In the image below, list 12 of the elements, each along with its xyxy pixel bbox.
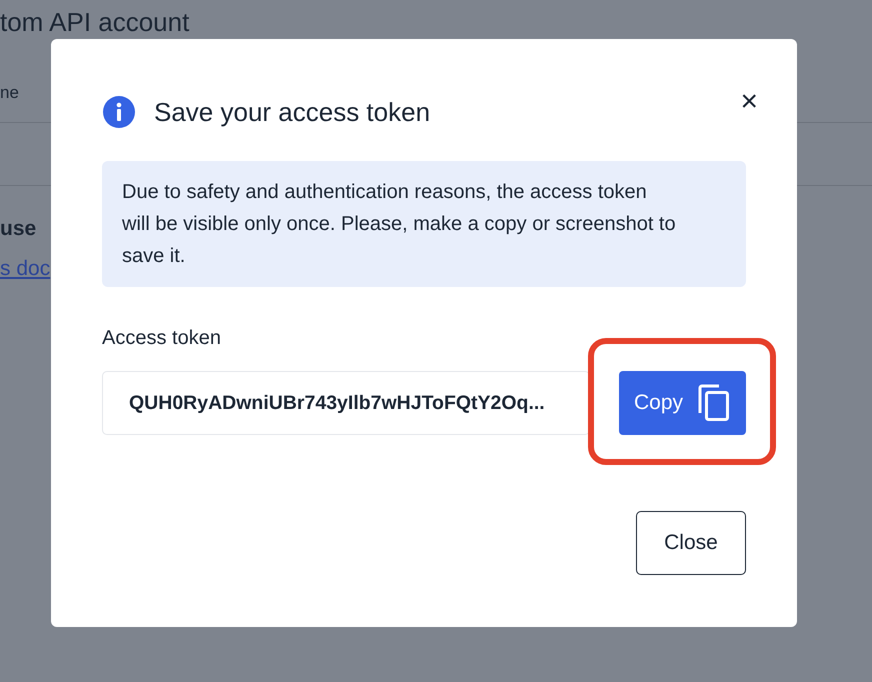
page-title: tom API account bbox=[0, 6, 190, 38]
paragraph-text: use bbox=[0, 216, 36, 242]
column-header: ne bbox=[0, 82, 19, 104]
close-button[interactable]: × bbox=[740, 87, 758, 117]
close-button[interactable]: Close bbox=[636, 511, 746, 575]
token-field[interactable]: QUH0RyADwniUBr743yIlb7wHJToFQtY2Oq... bbox=[102, 371, 590, 435]
field-label: Access token bbox=[102, 326, 222, 351]
dialog-title: Save your access token bbox=[154, 96, 432, 128]
notice-message: Due to safety and authentication reasons, the access token will be visible only once. Please, make a copy or screenshot to save it. bbox=[102, 161, 746, 287]
copy-button[interactable]: Copy bbox=[619, 371, 746, 435]
copy-icon bbox=[697, 384, 732, 422]
info-icon bbox=[102, 95, 136, 129]
